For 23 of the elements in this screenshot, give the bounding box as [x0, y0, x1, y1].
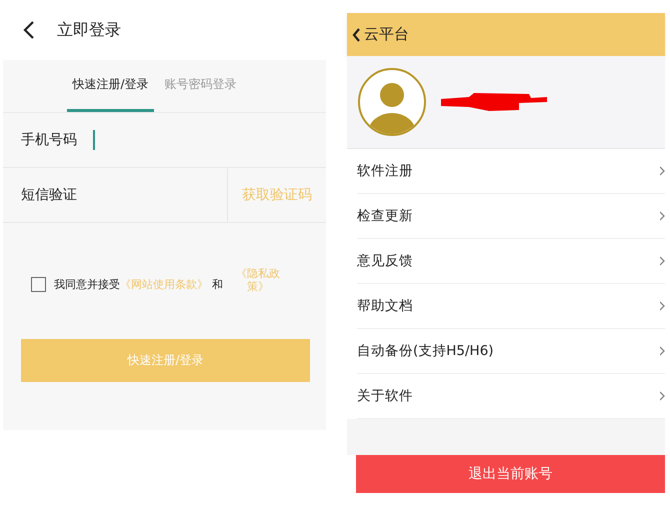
chevron-icon	[660, 301, 665, 311]
menu-item[interactable]: 帮助文档	[357, 284, 665, 329]
chevron-icon	[660, 256, 665, 266]
field-label: 短信验证	[21, 186, 78, 204]
page-title: 云平台	[364, 25, 409, 44]
menu-item[interactable]: 检查更新	[357, 194, 665, 239]
menu-item[interactable]: 自动备份(支持H5/H6)	[357, 329, 665, 374]
chevron-icon	[660, 166, 665, 176]
tab[interactable]: 快速注册/登录	[67, 60, 154, 112]
menu-item[interactable]: 意见反馈	[357, 239, 665, 284]
logout-button[interactable]: 退出当前账号	[356, 455, 665, 493]
back-icon[interactable]	[23, 21, 35, 39]
chevron-icon	[660, 346, 665, 356]
page-title: 立即登录	[57, 20, 121, 40]
chevron-icon	[660, 391, 665, 401]
agreement-text: 我同意并接受	[54, 276, 120, 292]
back-icon[interactable]	[352, 28, 361, 42]
chevron-icon	[660, 211, 665, 221]
avatar-icon	[357, 67, 427, 137]
agreement-text: 和	[212, 276, 223, 292]
field-label: 手机号码	[21, 131, 78, 149]
agree-checkbox[interactable]	[31, 276, 46, 292]
menu-item[interactable]: 软件注册	[357, 149, 665, 194]
